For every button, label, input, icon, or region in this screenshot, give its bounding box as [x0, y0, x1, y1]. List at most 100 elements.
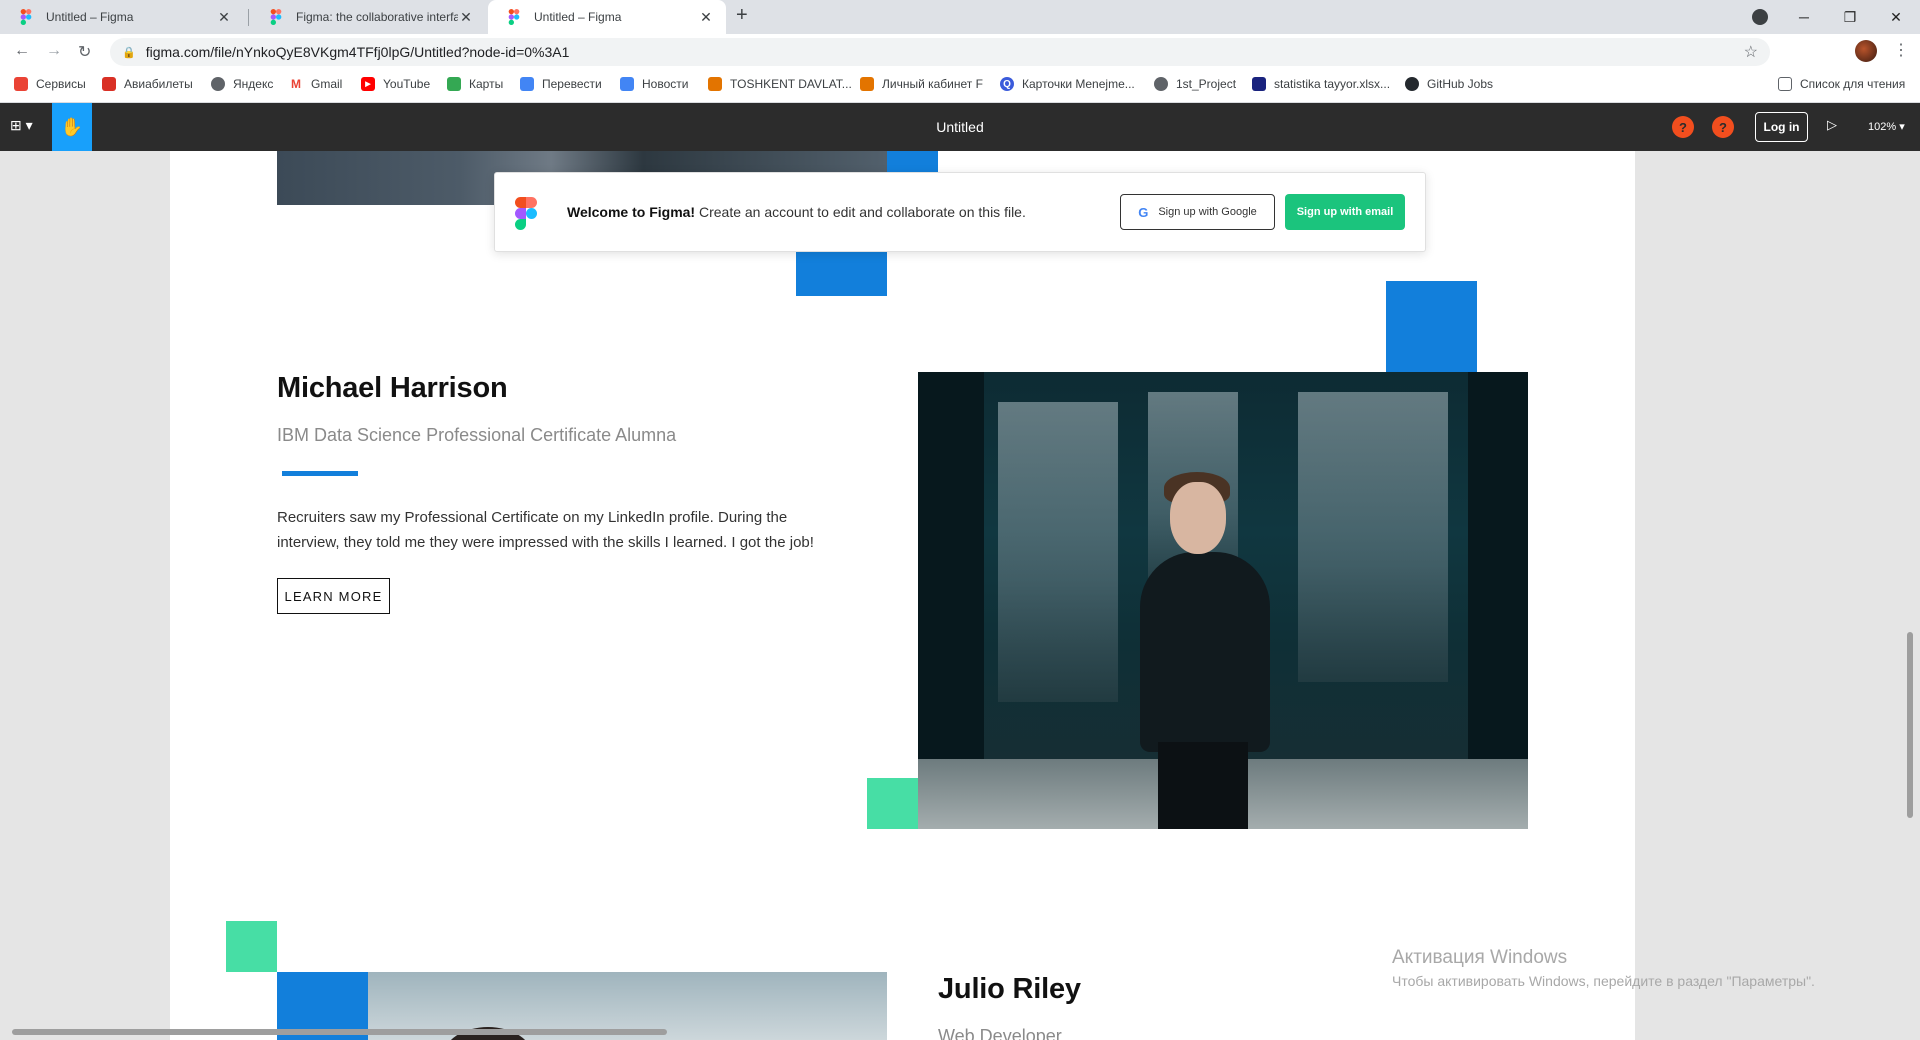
bookmark-label: TOSHKENT DAVLAT... [730, 77, 852, 91]
news-icon [620, 77, 634, 91]
zoom-level[interactable]: 102% ▾ [1868, 120, 1905, 133]
bookmark-label: Новости [642, 77, 689, 91]
decor-square-green [226, 921, 277, 972]
back-icon[interactable]: ← [14, 42, 30, 60]
learn-more-button[interactable]: LEARN MORE [277, 578, 390, 614]
github-icon [1405, 77, 1419, 91]
new-tab-icon[interactable]: + [736, 4, 748, 27]
browser-tab-active[interactable]: Untitled – Figma ✕ [488, 0, 726, 34]
minimize-icon[interactable]: ─ [1781, 0, 1827, 34]
close-tab-icon[interactable]: ✕ [698, 9, 714, 26]
testimonial-name: Michael Harrison [277, 372, 508, 404]
testimonial-quote: Recruiters saw my Professional Certifica… [277, 505, 814, 555]
vertical-scrollbar[interactable] [1907, 632, 1913, 818]
figma-logo-icon [515, 197, 537, 230]
aviasales-icon [102, 77, 116, 91]
testimonial-name: Julio Riley [938, 973, 1081, 1005]
bookmark-label: Перевести [542, 77, 602, 91]
bookmark-item[interactable]: Карты [447, 77, 503, 91]
address-bar[interactable]: 🔒 figma.com/file/nYnkoQyE8VKgm4TFfj0lpG/… [110, 38, 1770, 66]
figma-canvas[interactable]: Michael Harrison IBM Data Science Profes… [0, 151, 1920, 1040]
sign-up-email-button[interactable]: Sign up with email [1285, 194, 1405, 230]
profile-avatar[interactable] [1855, 40, 1877, 62]
photo-window [1298, 392, 1448, 682]
browser-toolbar: ← → ↻ 🔒 figma.com/file/nYnkoQyE8VKgm4TFf… [0, 34, 1920, 70]
forward-icon[interactable]: → [46, 42, 62, 60]
bookmark-item[interactable]: TOSHKENT DAVLAT... [708, 77, 852, 91]
bookmark-item[interactable]: Перевести [520, 77, 602, 91]
bookmark-label: 1st_Project [1176, 77, 1237, 91]
present-play-icon[interactable]: ▷ [1827, 117, 1837, 133]
bookmark-item[interactable]: Q Карточки Menejme... [1000, 77, 1135, 91]
browser-tab[interactable]: Untitled – Figma ✕ [0, 0, 244, 34]
help-icon[interactable]: ? [1712, 116, 1734, 138]
browser-tab-strip: Untitled – Figma ✕ Figma: the collaborat… [0, 0, 1920, 34]
tab-search-icon[interactable] [1752, 9, 1768, 25]
bookmark-item[interactable]: GitHub Jobs [1405, 77, 1493, 91]
reload-icon[interactable]: ↻ [78, 42, 91, 62]
bookmark-item[interactable]: Сервисы [14, 77, 86, 91]
figma-toolbar: ⊞ ▾ ✋ Untitled ? ? Log in ▷ 102% ▾ [0, 103, 1920, 151]
reading-list-label: Список для чтения [1800, 77, 1906, 91]
url-text: figma.com/file/nYnkoQyE8VKgm4TFfj0lpG/Un… [145, 44, 570, 60]
bookmark-item[interactable]: 1st_Project [1154, 77, 1236, 91]
bookmark-label: YouTube [383, 77, 431, 91]
log-in-button[interactable]: Log in [1755, 112, 1808, 142]
welcome-text: Create an account to edit and collaborat… [695, 204, 1026, 220]
decor-square-blue [1386, 281, 1477, 372]
bookmark-label: Авиабилеты [124, 77, 193, 91]
document-icon [1252, 77, 1266, 91]
person-head [1170, 482, 1226, 554]
person-legs [1158, 742, 1248, 829]
browser-menu-icon[interactable]: ⋮ [1893, 40, 1909, 60]
bookmark-label: Gmail [311, 77, 343, 91]
zoom-value: 102% [1868, 121, 1897, 133]
google-icon: G [1138, 204, 1149, 220]
photo-window [998, 402, 1118, 702]
close-tab-icon[interactable]: ✕ [458, 9, 474, 26]
bookmark-item[interactable]: statistika tayyor.xlsx... [1252, 77, 1390, 91]
welcome-message: Welcome to Figma! Create an account to e… [567, 204, 1026, 220]
reading-list-icon [1778, 77, 1792, 91]
google-button-label: Sign up with Google [1158, 206, 1257, 218]
bookmark-label: Карты [469, 77, 504, 91]
translate-icon [520, 77, 534, 91]
close-tab-icon[interactable]: ✕ [216, 9, 232, 26]
bookmark-item[interactable]: Новости [620, 77, 688, 91]
horizontal-scrollbar[interactable] [12, 1029, 667, 1035]
bookmark-item[interactable]: Яндекс [211, 77, 273, 91]
tab-title: Untitled – Figma [46, 10, 134, 24]
help-icon[interactable]: ? [1672, 116, 1694, 138]
figma-favicon-icon [20, 9, 36, 25]
bookmark-label: Карточки Menejme... [1022, 77, 1135, 91]
welcome-bold: Welcome to Figma! [567, 204, 696, 220]
sign-up-google-button[interactable]: G Sign up with Google [1120, 194, 1275, 230]
bookmark-item[interactable]: Личный кабинет F [860, 77, 983, 91]
reading-list[interactable]: Список для чтения [1778, 77, 1905, 91]
youtube-icon: ▶ [361, 77, 375, 91]
windows-activation-title: Активация Windows [1392, 947, 1568, 968]
windows-activation-subtitle: Чтобы активировать Windows, перейдите в … [1392, 973, 1815, 989]
bookmark-item[interactable]: Авиабилеты [102, 77, 193, 91]
bookmarks-bar: Сервисы Авиабилеты Яндекс M Gmail ▶ YouTub… [0, 70, 1920, 103]
decor-square-green [867, 778, 918, 829]
browser-tab[interactable]: Figma: the collaborative interface ✕ [250, 0, 486, 34]
university-icon [708, 77, 722, 91]
bookmark-star-icon[interactable]: ☆ [1744, 42, 1758, 62]
bookmark-item[interactable]: ▶ YouTube [361, 77, 430, 91]
globe-icon [211, 77, 225, 91]
globe-icon [1154, 77, 1168, 91]
person-hoodie [1140, 552, 1270, 752]
quote-line: interview, they told me they were impres… [277, 534, 814, 551]
file-title: Untitled [936, 119, 984, 135]
bookmark-item[interactable]: M Gmail [289, 77, 342, 91]
quote-line: Recruiters saw my Professional Certifica… [277, 509, 788, 526]
accent-divider [282, 471, 358, 476]
close-window-icon[interactable]: ✕ [1873, 0, 1919, 34]
restore-icon[interactable]: ❐ [1827, 0, 1873, 34]
lock-icon: 🔒 [122, 46, 136, 59]
bookmark-label: Личный кабинет F [882, 77, 983, 91]
bookmark-label: Яндекс [233, 77, 274, 91]
figma-favicon-icon [508, 9, 524, 25]
testimonial-photo [918, 372, 1528, 829]
